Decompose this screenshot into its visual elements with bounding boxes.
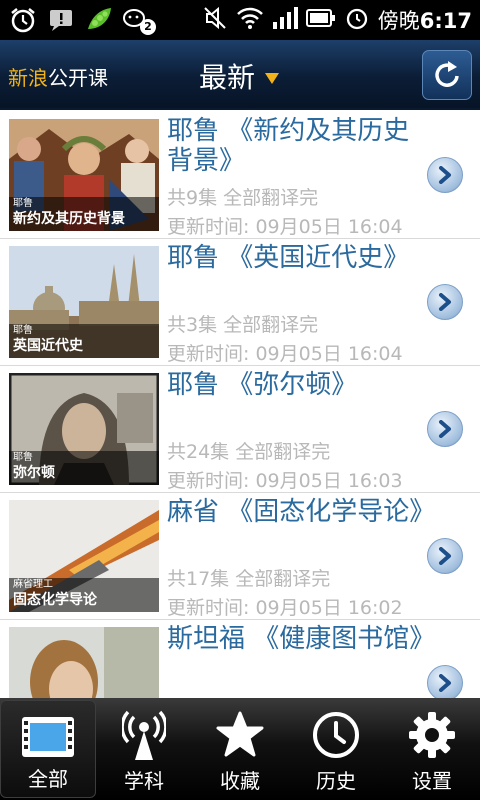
clock: 傍晚6:17 bbox=[378, 5, 472, 35]
film-icon bbox=[19, 710, 77, 764]
clock-icon bbox=[307, 708, 365, 762]
course-row[interactable]: 耶鲁 弥尔顿 耶鲁 《弥尔顿》 共24集 全部翻译完 更新时间: 09月05日 … bbox=[0, 366, 480, 493]
chevron-right-icon bbox=[439, 547, 451, 565]
page-title: 最新 bbox=[199, 61, 256, 94]
clock-prefix: 傍晚 bbox=[377, 9, 420, 33]
course-detail-button[interactable] bbox=[427, 284, 463, 320]
episode-count: 共17集 全部翻译完 bbox=[167, 568, 331, 590]
thumbnail-subtitle: 固态化学导论 bbox=[13, 592, 97, 608]
thumbnail-subtitle: 新约及其历史背景 bbox=[13, 211, 125, 227]
update-time: 更新时间: 09月05日 16:04 bbox=[167, 343, 403, 365]
course-title[interactable]: 耶鲁 《弥尔顿》 bbox=[167, 370, 425, 400]
signal-icon bbox=[272, 6, 298, 34]
course-thumbnail bbox=[9, 627, 159, 698]
thumbnail-caption: 耶鲁 弥尔顿 bbox=[9, 451, 159, 485]
course-detail-button[interactable] bbox=[427, 538, 463, 574]
thumbnail-school: 耶鲁 bbox=[13, 452, 33, 463]
message-icon bbox=[46, 5, 76, 35]
refresh-icon bbox=[435, 61, 459, 87]
thumbnail-caption: 麻省理工 固态化学导论 bbox=[9, 578, 159, 612]
thumbnail-caption: 耶鲁 新约及其历史背景 bbox=[9, 197, 159, 231]
tab-subjects[interactable]: 学科 bbox=[96, 698, 192, 800]
clock-time: 6:17 bbox=[419, 9, 472, 33]
gear-icon bbox=[403, 708, 461, 762]
episode-count: 共3集 全部翻译完 bbox=[167, 314, 319, 336]
dropdown-arrow-icon bbox=[265, 72, 280, 84]
alarm-icon bbox=[344, 5, 370, 35]
thumbnail-subtitle: 弥尔顿 bbox=[13, 465, 55, 481]
tab-favorites[interactable]: 收藏 bbox=[192, 698, 288, 800]
wechat-badge: 2 bbox=[140, 19, 156, 35]
peapod-app-icon bbox=[84, 5, 114, 35]
course-detail-button[interactable] bbox=[427, 665, 463, 698]
course-detail-button[interactable] bbox=[427, 157, 463, 193]
episode-count: 共9集 全部翻译完 bbox=[167, 187, 319, 209]
course-title[interactable]: 耶鲁 《新约及其历史背景》 bbox=[167, 116, 425, 176]
logo-accent-text: 新浪 bbox=[8, 66, 48, 90]
update-time: 更新时间: 09月05日 16:04 bbox=[167, 216, 403, 238]
tab-label: 全部 bbox=[28, 767, 68, 791]
wechat-icon: 2 bbox=[122, 5, 156, 35]
course-detail-button[interactable] bbox=[427, 411, 463, 447]
tab-label: 学科 bbox=[124, 769, 164, 793]
course-list[interactable]: 耶鲁 新约及其历史背景 耶鲁 《新约及其历史背景》 共9集 全部翻译完 更新时间… bbox=[0, 112, 480, 698]
tab-label: 收藏 bbox=[220, 769, 260, 793]
thumbnail-school: 耶鲁 bbox=[13, 325, 33, 336]
bottom-tab-bar: 全部 学科 收藏 历史 设置 bbox=[0, 698, 480, 800]
tab-label: 历史 bbox=[316, 769, 356, 793]
antenna-icon bbox=[115, 708, 173, 762]
thumbnail-school: 耶鲁 bbox=[13, 198, 33, 209]
chevron-right-icon bbox=[439, 166, 451, 184]
wifi-icon bbox=[236, 6, 264, 34]
update-time: 更新时间: 09月05日 16:02 bbox=[167, 597, 403, 619]
tab-settings[interactable]: 设置 bbox=[384, 698, 480, 800]
course-thumbnail: 麻省理工 固态化学导论 bbox=[9, 500, 159, 612]
chevron-right-icon bbox=[439, 420, 451, 438]
thumbnail-caption: 耶鲁 英国近代史 bbox=[9, 324, 159, 358]
course-thumbnail: 耶鲁 新约及其历史背景 bbox=[9, 119, 159, 231]
logo-text: 公开课 bbox=[48, 66, 108, 90]
course-thumbnail: 耶鲁 弥尔顿 bbox=[9, 373, 159, 485]
tab-history[interactable]: 历史 bbox=[288, 698, 384, 800]
course-row[interactable]: 耶鲁 英国近代史 耶鲁 《英国近代史》 共3集 全部翻译完 更新时间: 09月0… bbox=[0, 239, 480, 366]
mute-icon bbox=[202, 5, 228, 35]
course-row[interactable]: 耶鲁 新约及其历史背景 耶鲁 《新约及其历史背景》 共9集 全部翻译完 更新时间… bbox=[0, 112, 480, 239]
chevron-right-icon bbox=[439, 674, 451, 692]
star-icon bbox=[211, 708, 269, 762]
app-header: 新浪公开课 最新 bbox=[0, 40, 480, 110]
course-row[interactable]: 麻省理工 固态化学导论 麻省 《固态化学导论》 共17集 全部翻译完 更新时间:… bbox=[0, 493, 480, 620]
course-thumbnail: 耶鲁 英国近代史 bbox=[9, 246, 159, 358]
update-time: 更新时间: 09月05日 16:03 bbox=[167, 470, 403, 492]
course-title[interactable]: 麻省 《固态化学导论》 bbox=[167, 497, 435, 527]
course-row[interactable]: 斯坦福 《健康图书馆》 bbox=[0, 620, 480, 698]
alarm-notification-icon bbox=[8, 5, 38, 35]
thumbnail-school: 麻省理工 bbox=[13, 579, 53, 590]
tab-label: 设置 bbox=[412, 769, 452, 793]
chevron-right-icon bbox=[439, 293, 451, 311]
category-selector[interactable]: 最新 bbox=[199, 56, 280, 96]
battery-icon bbox=[305, 9, 336, 31]
tab-all[interactable]: 全部 bbox=[0, 700, 96, 798]
refresh-button[interactable] bbox=[422, 50, 472, 100]
course-title[interactable]: 耶鲁 《英国近代史》 bbox=[167, 243, 425, 273]
status-bar: 2 傍晚6:17 bbox=[0, 0, 480, 40]
app-logo: 新浪公开课 bbox=[8, 62, 108, 91]
thumbnail-subtitle: 英国近代史 bbox=[13, 338, 83, 354]
episode-count: 共24集 全部翻译完 bbox=[167, 441, 331, 463]
course-title[interactable]: 斯坦福 《健康图书馆》 bbox=[167, 624, 435, 654]
